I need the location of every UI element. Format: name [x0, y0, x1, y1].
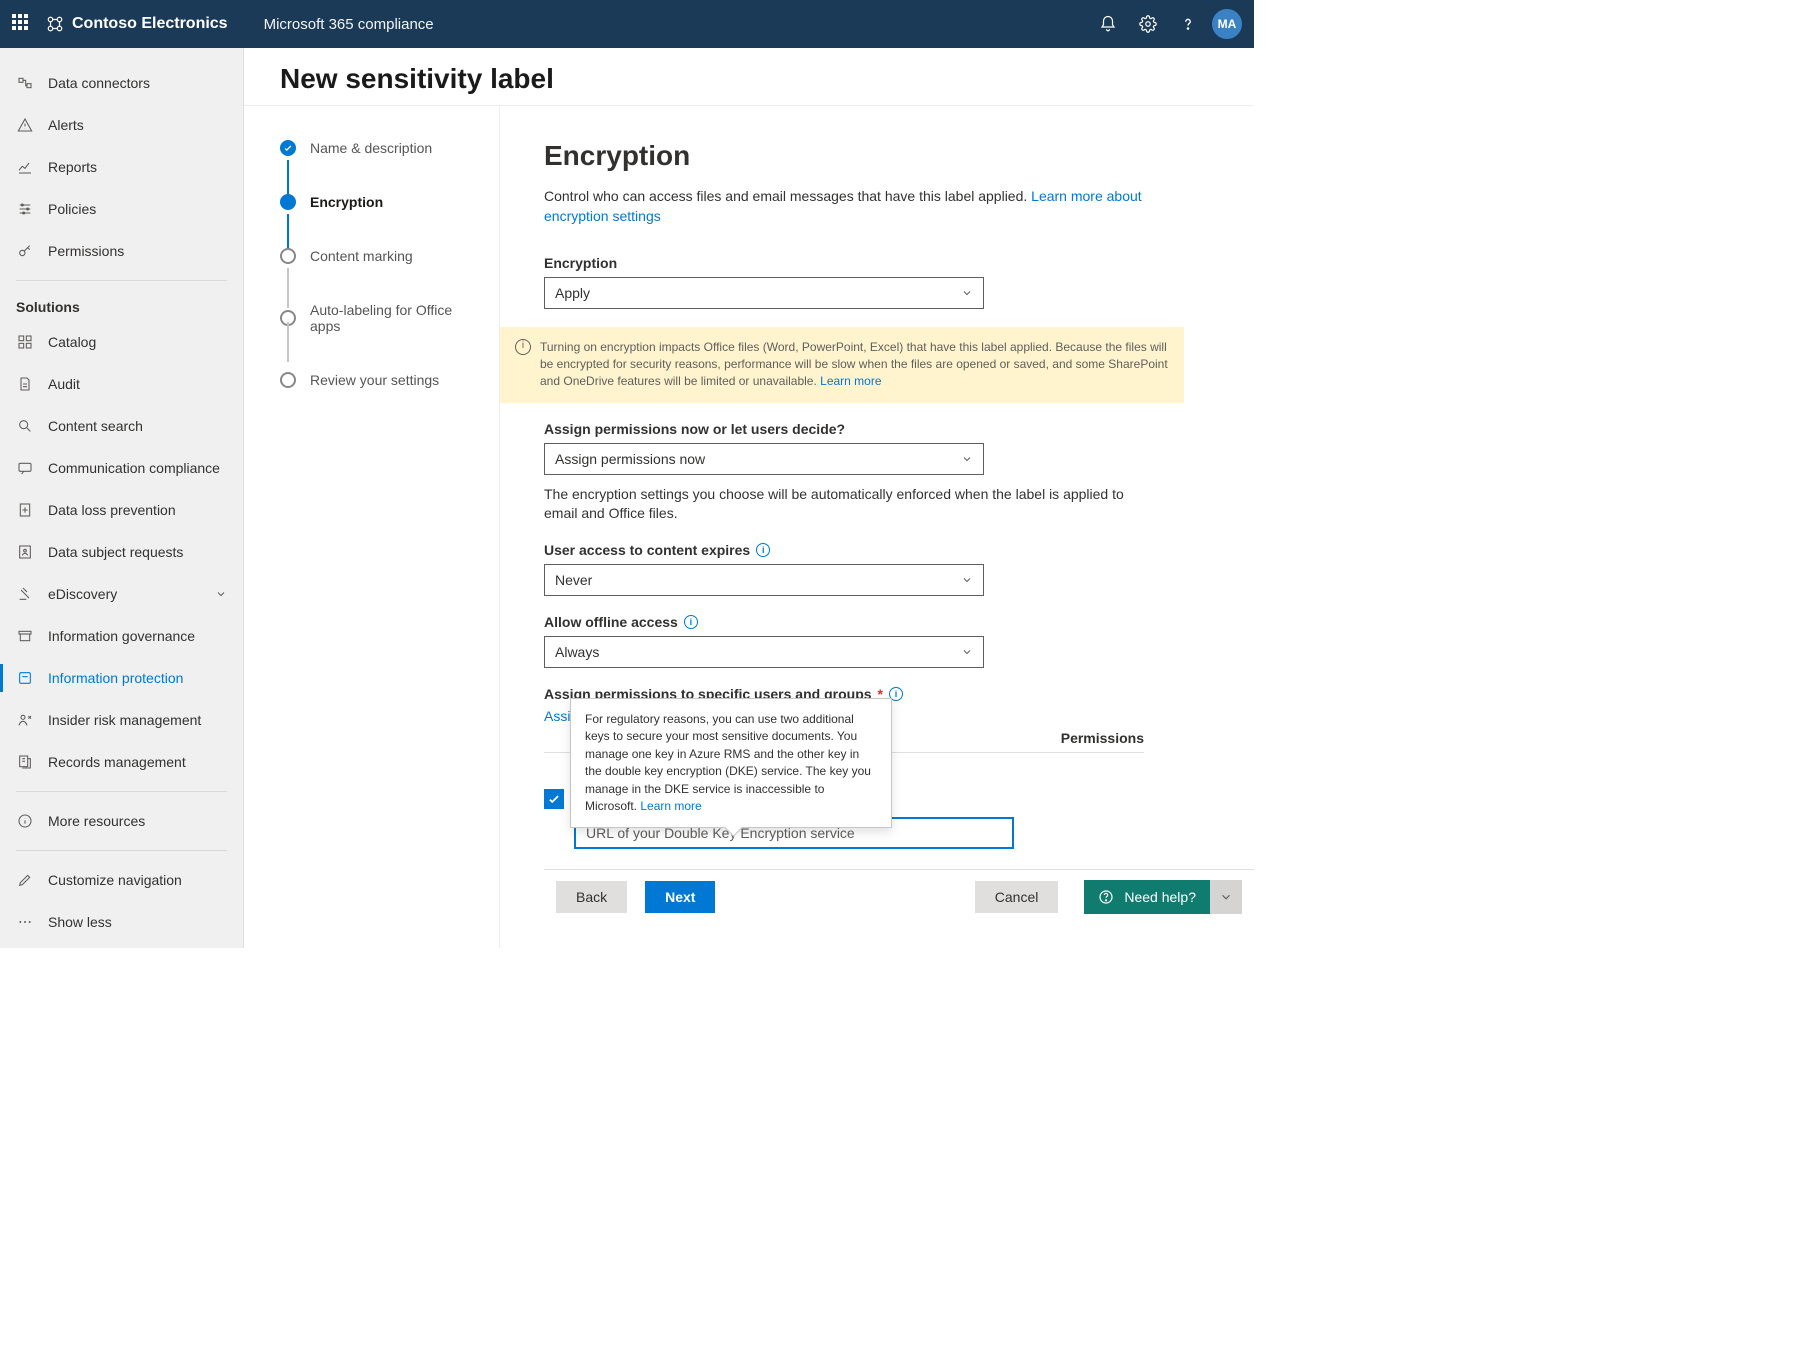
settings-icon[interactable]: [1128, 0, 1168, 48]
main-area: New sensitivity label Name & description…: [244, 48, 1254, 948]
tooltip-learn-more-link[interactable]: Learn more: [640, 799, 701, 813]
key-icon: [16, 242, 34, 260]
sidebar-item-customize-navigation[interactable]: Customize navigation: [0, 859, 243, 901]
step-review[interactable]: Review your settings: [280, 372, 481, 388]
warning-icon: [16, 116, 34, 134]
left-sidebar: Data connectors Alerts Reports Policies …: [0, 48, 244, 948]
sliders-icon: [16, 200, 34, 218]
records-icon: [16, 753, 34, 771]
encryption-select[interactable]: Apply: [544, 277, 984, 309]
info-icon[interactable]: i: [684, 615, 698, 629]
offline-label: Allow offline accessi: [544, 614, 1154, 630]
step-encryption[interactable]: Encryption: [280, 194, 481, 210]
cancel-button[interactable]: Cancel: [975, 881, 1059, 913]
chart-icon: [16, 158, 34, 176]
connector-icon: [16, 74, 34, 92]
encryption-field-label: Encryption: [544, 255, 1154, 271]
sidebar-item-reports[interactable]: Reports: [0, 146, 243, 188]
sidebar-heading-solutions: Solutions: [0, 289, 243, 321]
chevron-down-icon: [961, 453, 973, 465]
assign-permissions-mode-label: Assign permissions now or let users deci…: [544, 421, 1154, 437]
tenant-name: Microsoft 365 compliance: [264, 16, 434, 33]
info-icon: [16, 812, 34, 830]
sidebar-item-communication-compliance[interactable]: Communication compliance: [0, 447, 243, 489]
brand-icon: [46, 15, 64, 33]
sidebar-item-alerts[interactable]: Alerts: [0, 104, 243, 146]
topbar: Contoso Electronics Microsoft 365 compli…: [0, 0, 1254, 48]
sidebar-item-policies[interactable]: Policies: [0, 188, 243, 230]
form-title: Encryption: [544, 140, 1154, 172]
need-help-chevron[interactable]: [1210, 880, 1242, 914]
document-icon: [16, 375, 34, 393]
step-name-description[interactable]: Name & description: [280, 140, 481, 156]
sidebar-item-information-governance[interactable]: Information governance: [0, 615, 243, 657]
sidebar-item-dlp[interactable]: Data loss prevention: [0, 489, 243, 531]
person-risk-icon: [16, 711, 34, 729]
chevron-down-icon: [961, 646, 973, 658]
chevron-down-icon: [961, 287, 973, 299]
sidebar-item-catalog[interactable]: Catalog: [0, 321, 243, 363]
dke-tooltip: For regulatory reasons, you can use two …: [570, 698, 892, 828]
shield-icon: [16, 501, 34, 519]
grid-icon: [16, 333, 34, 351]
assign-permissions-mode-select[interactable]: Assign permissions now: [544, 443, 984, 475]
need-help-button[interactable]: Need help?: [1084, 880, 1210, 914]
back-button[interactable]: Back: [556, 881, 627, 913]
search-icon: [16, 417, 34, 435]
offline-select[interactable]: Always: [544, 636, 984, 668]
archive-icon: [16, 627, 34, 645]
wizard-steps: Name & description Encryption Content ma…: [244, 106, 500, 948]
label-icon: [16, 669, 34, 687]
wizard-button-bar: Back Next Cancel Need help?: [544, 869, 1254, 924]
sidebar-item-show-less[interactable]: Show less: [0, 901, 243, 943]
assign-permissions-mode-desc: The encryption settings you choose will …: [544, 485, 1154, 524]
chat-icon: [16, 459, 34, 477]
user-avatar[interactable]: MA: [1212, 9, 1242, 39]
chevron-down-icon: [215, 588, 227, 600]
page-title: New sensitivity label: [244, 48, 1254, 105]
sidebar-item-insider-risk[interactable]: Insider risk management: [0, 699, 243, 741]
person-file-icon: [16, 543, 34, 561]
sidebar-item-dsr[interactable]: Data subject requests: [0, 531, 243, 573]
sidebar-item-data-connectors[interactable]: Data connectors: [0, 62, 243, 104]
sidebar-item-permissions[interactable]: Permissions: [0, 230, 243, 272]
ellipsis-icon: [16, 913, 34, 931]
next-button[interactable]: Next: [645, 881, 715, 913]
form-panel: Encryption Control who can access files …: [500, 106, 1254, 948]
callout-learn-more-link[interactable]: Learn more: [820, 374, 881, 388]
brand-name: Contoso Electronics: [72, 15, 228, 33]
sidebar-item-information-protection[interactable]: Information protection: [0, 657, 243, 699]
app-launcher-icon[interactable]: [12, 14, 32, 34]
chevron-down-icon: [961, 574, 973, 586]
encryption-info-callout: i Turning on encryption impacts Office f…: [500, 327, 1184, 403]
expires-select[interactable]: Never: [544, 564, 984, 596]
info-icon[interactable]: i: [756, 543, 770, 557]
help-icon[interactable]: [1168, 0, 1208, 48]
step-content-marking[interactable]: Content marking: [280, 248, 481, 264]
expires-label: User access to content expiresi: [544, 542, 1154, 558]
info-icon: i: [515, 339, 531, 355]
sidebar-item-more-resources[interactable]: More resources: [0, 800, 243, 842]
step-auto-labeling[interactable]: Auto-labeling for Office apps: [280, 302, 481, 334]
notifications-icon[interactable]: [1088, 0, 1128, 48]
sidebar-item-audit[interactable]: Audit: [0, 363, 243, 405]
gavel-icon: [16, 585, 34, 603]
pencil-icon: [16, 871, 34, 889]
sidebar-item-records-management[interactable]: Records management: [0, 741, 243, 783]
form-intro: Control who can access files and email m…: [544, 186, 1154, 227]
sidebar-item-content-search[interactable]: Content search: [0, 405, 243, 447]
dke-checkbox[interactable]: [544, 789, 564, 809]
sidebar-item-ediscovery[interactable]: eDiscovery: [0, 573, 243, 615]
